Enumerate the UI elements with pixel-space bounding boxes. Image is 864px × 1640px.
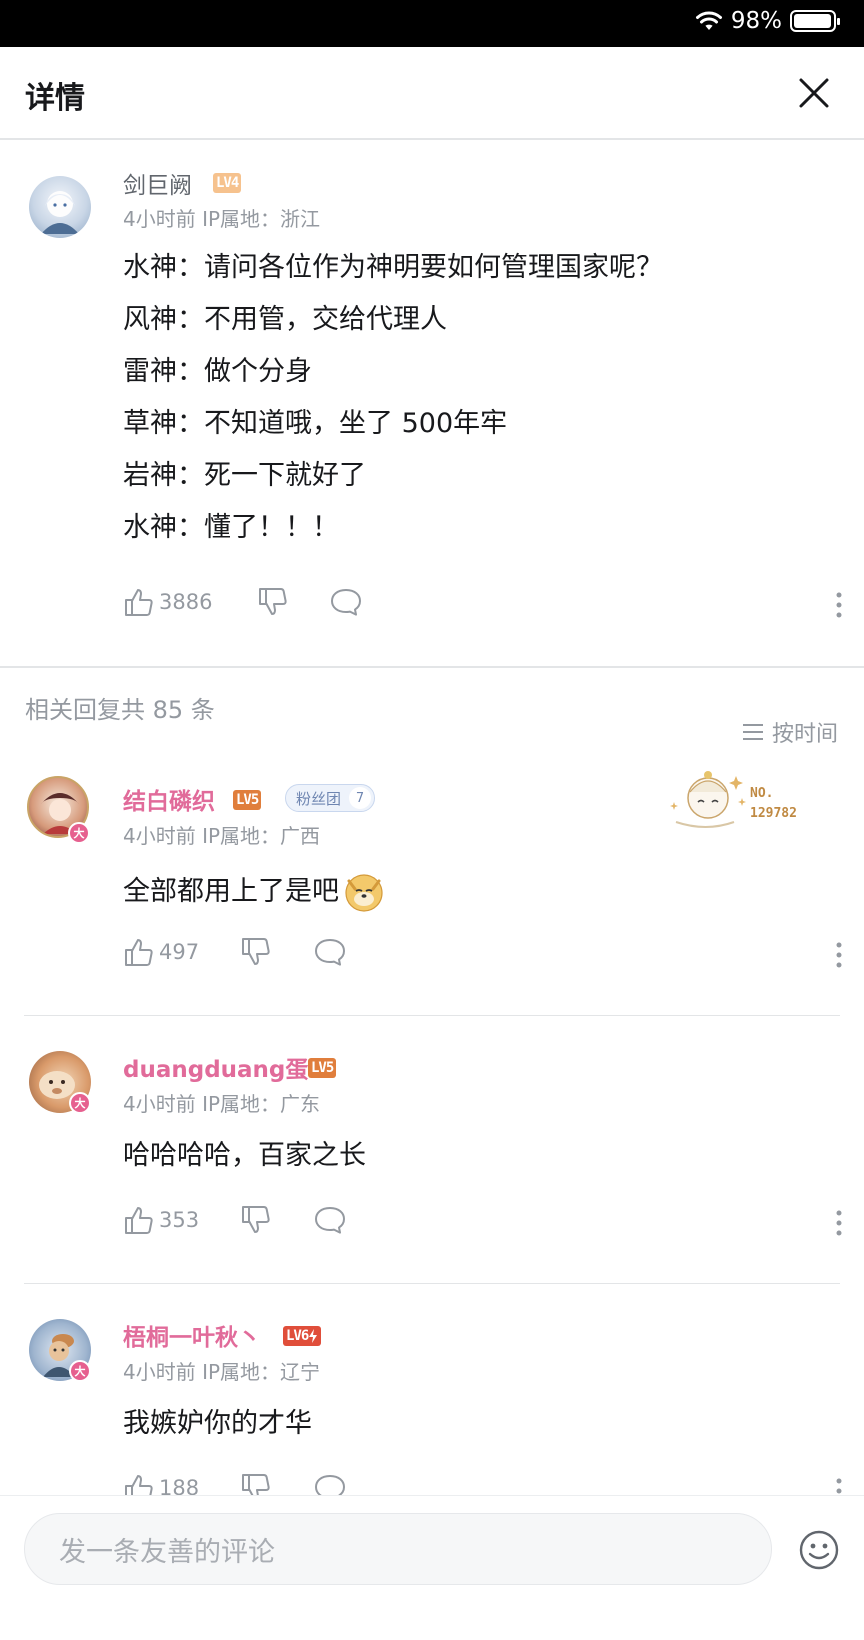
avatar-image [41,191,79,234]
sort-label: 按时间 [771,722,838,747]
like-button[interactable]: 497 [123,936,199,968]
battery-fill [794,14,832,28]
avatar-vip-badge: 大 [69,1360,91,1382]
thumbs-down-icon [242,938,270,965]
content-line: 雷神：做个分身 [123,356,312,387]
comment-meta: 4小时前 IP属地：辽宁 [123,1360,321,1384]
thumbs-up-icon [125,1207,153,1234]
comment-bubble-icon [315,939,345,966]
username[interactable]: duangduang蛋 [123,1050,308,1084]
avatar-vip-badge: 大 [68,822,90,844]
comment-bubble-icon [315,1207,345,1234]
level-badge: LV5 [233,790,262,810]
thumbs-up-icon [125,589,153,616]
list-icon [742,724,763,740]
comment-actions: 353 [123,1204,843,1240]
reply-button[interactable] [329,586,363,618]
comment-meta: 4小时前 IP属地：广东 [123,1092,321,1116]
reply-item: 大 结白磷织 LV5 粉丝团 7 4小时前 IP属地：广西 全部都用上了是吧 4… [0,768,864,1028]
more-options-icon[interactable] [835,942,843,968]
more-options-icon[interactable] [835,1210,843,1236]
dislike-button[interactable] [240,1204,272,1236]
dislike-button[interactable] [240,936,272,968]
comment-input-placeholder: 发一条友善的评论 [59,1536,275,1568]
sort-toggle[interactable]: 按时间 [742,716,838,748]
doge-emoji-icon [345,874,383,912]
wifi-icon [695,11,722,30]
level-badge: LV4 [213,173,242,193]
divider [24,1283,840,1284]
reply-item: 大 duangduang蛋 LV5 4小时前 IP属地：广东 哈哈哈哈，百家之长… [0,1036,864,1296]
content-line: 水神：懂了！！！ [123,512,339,543]
comment-input-bar: 发一条友善的评论 [0,1495,864,1640]
fan-badge-level: 7 [349,787,372,809]
replies-count-title: 相关回复共 85 条 [25,696,215,724]
divider [24,1015,840,1016]
content-line: 风神：不用管，交给代理人 [123,304,447,335]
comment-input[interactable]: 发一条友善的评论 [24,1513,772,1585]
lightning-icon [309,1329,318,1343]
username[interactable]: 结白磷织 [123,782,215,816]
avatar-vip-badge: 大 [69,1092,91,1114]
more-options-icon[interactable] [835,592,843,618]
comment-meta: 4小时前 IP属地：浙江 [123,207,321,231]
comment-actions: 3886 [123,586,843,622]
avatar[interactable] [29,176,91,238]
like-count: 3886 [159,590,213,614]
username[interactable]: 梧桐一叶秋丶 [123,1318,261,1352]
comment-meta: 4小时前 IP属地：广西 [123,824,321,848]
comment-bubble-icon [331,589,361,616]
header: 详情 [0,47,864,140]
comment-content: 全部都用上了是吧 [123,866,385,918]
like-button[interactable]: 353 [123,1204,199,1236]
like-count: 353 [159,1208,200,1232]
comment-content: 水神：请问各位作为神明要如何管理国家呢？ 风神：不用管，交给代理人 雷神：做个分… [123,242,663,554]
status-bar: 98% [0,0,864,47]
comment-content: 哈哈哈哈，百家之长 [123,1140,366,1171]
content-line: 水神：请问各位作为神明要如何管理国家呢？ [123,252,663,283]
level-badge: LV5 [308,1058,337,1078]
username[interactable]: 剑巨阙 [123,166,192,200]
dislike-button[interactable] [257,586,289,618]
battery-icon [790,10,840,32]
content-line: 草神：不知道哦，坐了 500年牢 [123,408,508,439]
main-comment: 剑巨阙 LV4 4小时前 IP属地：浙江 水神：请问各位作为神明要如何管理国家呢… [0,140,864,668]
content-line: 岩神：死一下就好了 [123,460,366,491]
level-badge: LV6 [283,1326,322,1346]
fan-badge-name: 粉丝团 [296,789,342,808]
like-button[interactable]: 3886 [123,586,212,618]
reply-item: 大 梧桐一叶秋丶 LV6 4小时前 IP属地：辽宁 我嫉妒你的才华 188 [0,1304,864,1504]
comment-content: 我嫉妒你的才华 [123,1408,312,1439]
reply-button[interactable] [313,1204,347,1236]
thumbs-down-icon [259,588,287,615]
comment-text: 全部都用上了是吧 [123,876,339,907]
reply-button[interactable] [313,936,347,968]
thumbs-up-icon [125,939,153,966]
like-count: 497 [159,940,200,964]
thumbs-down-icon [242,1206,270,1233]
page-title: 详情 [25,81,85,116]
level-text: LV6 [286,1328,309,1344]
comment-actions: 497 [123,936,843,972]
status-indicators: 98% [695,8,840,34]
fan-badge[interactable]: 粉丝团 7 [285,784,376,812]
emoji-icon[interactable] [798,1529,840,1571]
close-icon[interactable] [796,75,832,111]
battery-percent: 98% [730,8,782,34]
